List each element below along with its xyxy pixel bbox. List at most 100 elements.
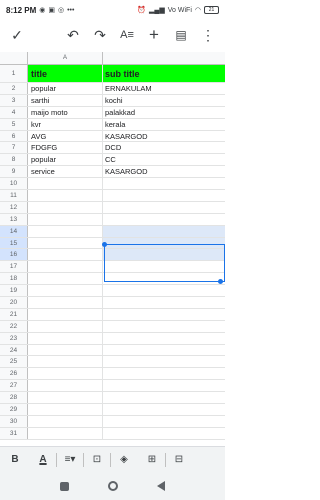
cell-b[interactable] [103, 392, 225, 403]
text-format-icon[interactable]: A≡ [116, 24, 138, 46]
cell-a[interactable] [28, 213, 103, 225]
row-number[interactable]: 9 [0, 166, 28, 178]
cell-b[interactable] [103, 428, 225, 439]
cell-a[interactable] [28, 225, 103, 237]
cell-b[interactable] [103, 416, 225, 427]
cell-a[interactable]: popular [28, 83, 103, 94]
check-icon[interactable]: ✓ [6, 24, 28, 46]
row-number[interactable]: 1 [0, 65, 28, 82]
row-number[interactable]: 30 [0, 415, 28, 427]
cell-b[interactable]: CC [103, 154, 225, 165]
row-number[interactable]: 5 [0, 118, 28, 130]
cell-b[interactable] [103, 202, 225, 213]
cell-a[interactable] [28, 320, 103, 332]
row-number[interactable]: 19 [0, 285, 28, 297]
row-number[interactable]: 17 [0, 261, 28, 273]
row-number[interactable]: 8 [0, 154, 28, 166]
cell-b[interactable] [103, 273, 225, 284]
select-all-corner[interactable] [0, 52, 28, 64]
cell-a[interactable] [28, 344, 103, 356]
row-number[interactable]: 26 [0, 368, 28, 380]
row-number[interactable]: 13 [0, 213, 28, 225]
cell-b[interactable] [103, 380, 225, 391]
cell-b[interactable] [103, 297, 225, 308]
recents-icon[interactable] [59, 481, 69, 491]
bold-icon[interactable]: B [6, 450, 24, 470]
cell-b[interactable] [103, 237, 225, 249]
cell-a[interactable]: kvr [28, 118, 103, 130]
row-number[interactable]: 22 [0, 320, 28, 332]
row-number[interactable]: 2 [0, 83, 28, 94]
row-number[interactable]: 28 [0, 392, 28, 404]
row-number[interactable]: 23 [0, 332, 28, 344]
cell-a[interactable] [28, 190, 103, 201]
cell-b[interactable] [103, 225, 225, 237]
cell-a[interactable] [28, 368, 103, 380]
cell-a[interactable] [28, 308, 103, 320]
row-number[interactable]: 31 [0, 427, 28, 439]
cell-b[interactable]: DCD [103, 142, 225, 153]
add-icon[interactable]: + [143, 24, 165, 46]
row-number[interactable]: 7 [0, 142, 28, 154]
borders-icon[interactable]: ⊞ [143, 450, 161, 470]
cell-a[interactable] [28, 356, 103, 368]
cell-b[interactable]: kerala [103, 119, 225, 130]
cell-a[interactable] [28, 201, 103, 213]
row-number[interactable]: 10 [0, 178, 28, 190]
insert-icon[interactable]: ⊟ [170, 450, 188, 470]
cell-b[interactable] [103, 261, 225, 272]
cell-b[interactable] [103, 321, 225, 332]
cell-b[interactable]: kochi [103, 95, 225, 106]
cell-a[interactable] [28, 261, 103, 273]
cell-a[interactable]: title [28, 65, 103, 82]
cell-b[interactable] [103, 249, 225, 261]
column-header-b[interactable] [103, 52, 225, 64]
cell-a[interactable] [28, 332, 103, 344]
cell-b[interactable] [103, 309, 225, 320]
row-number[interactable]: 12 [0, 201, 28, 213]
cell-b[interactable] [103, 368, 225, 379]
cell-a[interactable] [28, 178, 103, 190]
row-number[interactable]: 6 [0, 130, 28, 142]
cell-b[interactable] [103, 178, 225, 189]
cell-a[interactable]: FDGFG [28, 142, 103, 154]
cell-b[interactable] [103, 345, 225, 356]
cell-a[interactable] [28, 392, 103, 404]
cell-b[interactable] [103, 214, 225, 225]
cell-b[interactable] [103, 285, 225, 296]
cell-a[interactable] [28, 285, 103, 297]
align-icon[interactable]: ≡▾ [61, 450, 79, 470]
cell-b[interactable] [103, 404, 225, 415]
row-number[interactable]: 16 [0, 249, 28, 261]
cell-b[interactable]: KASARGOD [103, 131, 225, 142]
row-number[interactable]: 4 [0, 106, 28, 118]
row-number[interactable]: 24 [0, 344, 28, 356]
more-vert-icon[interactable]: ⋮ [197, 24, 219, 46]
cell-a[interactable] [28, 237, 103, 249]
home-icon[interactable] [107, 481, 118, 491]
row-number[interactable]: 15 [0, 237, 28, 249]
comment-icon[interactable]: ▤ [170, 24, 192, 46]
cell-a[interactable]: service [28, 166, 103, 178]
row-number[interactable]: 3 [0, 94, 28, 106]
cell-b[interactable] [103, 190, 225, 201]
cell-a[interactable]: maijo moto [28, 106, 103, 118]
cell-b[interactable]: palakkad [103, 107, 225, 118]
cell-a[interactable] [28, 427, 103, 439]
row-number[interactable]: 29 [0, 404, 28, 415]
cell-b[interactable]: KASARGOD [103, 166, 225, 177]
cell-a[interactable]: popular [28, 154, 103, 166]
column-header-a[interactable]: A [28, 52, 103, 64]
cell-b[interactable] [103, 356, 225, 367]
cell-b[interactable]: ERNAKULAM [103, 83, 225, 94]
cell-a[interactable] [28, 297, 103, 308]
cell-a[interactable] [28, 249, 103, 261]
cell-a[interactable] [28, 273, 103, 285]
cell-b[interactable] [103, 333, 225, 344]
merge-cells-icon[interactable]: ⊡ [88, 450, 106, 470]
back-icon[interactable] [157, 481, 166, 491]
undo-icon[interactable]: ↶ [62, 24, 84, 46]
row-number[interactable]: 20 [0, 297, 28, 308]
row-number[interactable]: 27 [0, 380, 28, 392]
redo-icon[interactable]: ↷ [89, 24, 111, 46]
